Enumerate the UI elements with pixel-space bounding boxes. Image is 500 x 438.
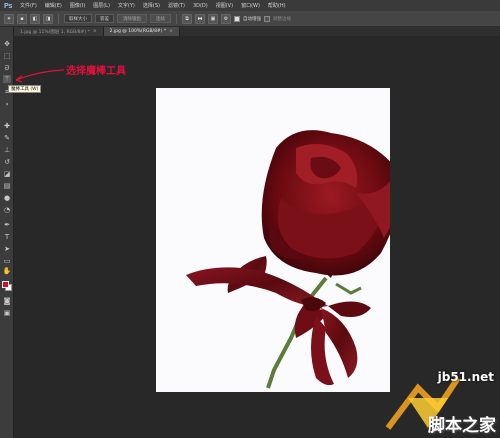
menu-layer[interactable]: 图层(L) bbox=[89, 2, 114, 9]
eraser-icon[interactable]: ◪ bbox=[3, 170, 11, 178]
clone-stamp-icon[interactable]: ⊥ bbox=[3, 146, 11, 154]
options-bar: ✦ ▪ ◧ ◨ 取样大小 容差 消除锯齿 连续 ⧉ ⧓ ▣ ⚙ 自动增强 调整边… bbox=[0, 11, 500, 27]
separator bbox=[58, 13, 59, 24]
menu-help[interactable]: 帮助(H) bbox=[264, 2, 290, 9]
watermark-url: jb51.net bbox=[437, 370, 494, 384]
document-canvas[interactable] bbox=[156, 88, 390, 392]
close-icon[interactable]: × bbox=[169, 29, 173, 34]
menu-bar: Ps 文件(F) 编辑(E) 图像(I) 图层(L) 文字(Y) 选择(S) 滤… bbox=[0, 0, 500, 11]
contiguous-toggle[interactable]: 连续 bbox=[150, 14, 171, 23]
tab-document-2[interactable]: 2.jpg @ 100%(RGB/8#) * × bbox=[103, 27, 180, 36]
site-watermark: jb51.net 脚本之家 bbox=[378, 368, 500, 438]
lasso-icon[interactable]: ᘐ bbox=[3, 64, 11, 72]
tab-document-1[interactable]: 1.jpg @ 11%(图层 1, RGB/8#) * × bbox=[14, 27, 104, 36]
menu-view[interactable]: 视图(V) bbox=[212, 2, 237, 9]
options-icon[interactable]: ⚙ bbox=[221, 13, 231, 24]
menu-select[interactable]: 选择(S) bbox=[139, 2, 164, 9]
tab-label: 2.jpg @ 100%(RGB/8#) * bbox=[109, 29, 167, 34]
magic-wand-preset-icon[interactable]: ✦ bbox=[4, 13, 14, 24]
app-logo: Ps bbox=[3, 1, 13, 10]
move-icon[interactable]: ✥ bbox=[3, 40, 11, 48]
healing-brush-icon[interactable]: ✚ bbox=[3, 122, 11, 130]
blur-icon[interactable]: ● bbox=[3, 194, 11, 202]
type-icon[interactable]: T bbox=[3, 233, 11, 241]
menu-type[interactable]: 文字(Y) bbox=[114, 2, 139, 9]
rose-image bbox=[186, 130, 390, 389]
link-icon[interactable]: ⧓ bbox=[195, 13, 205, 24]
shape-icon[interactable]: ▭ bbox=[3, 257, 11, 265]
anti-alias-toggle[interactable]: 消除锯齿 bbox=[117, 14, 147, 23]
dodge-icon[interactable]: ◔ bbox=[3, 206, 11, 214]
menu-image[interactable]: 图像(I) bbox=[66, 2, 89, 9]
watermark-name: 脚本之家 bbox=[428, 416, 496, 436]
refine-edge-label[interactable]: 调整边缘 bbox=[273, 16, 291, 22]
tolerance-field[interactable]: 容差 bbox=[95, 14, 114, 23]
sample-layers-icon[interactable]: ⧉ bbox=[182, 13, 192, 24]
screen-mode-icon[interactable]: ▣ bbox=[3, 309, 11, 317]
brush-icon[interactable]: ✎ bbox=[3, 134, 11, 142]
tab-label: 1.jpg @ 11%(图层 1, RGB/8#) * bbox=[20, 29, 90, 35]
document-tabs: 1.jpg @ 11%(图层 1, RGB/8#) * × 2.jpg @ 10… bbox=[14, 27, 500, 36]
auto-enhance-label: 自动增强 bbox=[243, 16, 261, 22]
sample-all-checkbox[interactable] bbox=[264, 15, 270, 22]
magic-wand-icon[interactable]: ⚚ bbox=[3, 75, 11, 83]
path-selection-icon[interactable]: ➤ bbox=[3, 245, 11, 253]
foreground-color-swatch[interactable] bbox=[2, 281, 9, 288]
quick-mask-icon[interactable]: ◙ bbox=[3, 297, 11, 305]
add-selection-icon[interactable]: ◧ bbox=[30, 13, 40, 24]
annotation-label: 选择魔棒工具 bbox=[66, 66, 126, 77]
refine-icon[interactable]: ▣ bbox=[208, 13, 218, 24]
separator bbox=[176, 13, 177, 24]
menu-filter[interactable]: 滤镜(T) bbox=[164, 2, 189, 9]
menu-edit[interactable]: 编辑(E) bbox=[41, 2, 66, 9]
sample-size-select[interactable]: 取样大小 bbox=[64, 14, 92, 23]
auto-enhance-checkbox[interactable] bbox=[234, 15, 240, 22]
new-selection-icon[interactable]: ▪ bbox=[17, 13, 27, 24]
menu-window[interactable]: 窗口(W) bbox=[237, 2, 264, 9]
gradient-icon[interactable]: ▤ bbox=[3, 182, 11, 190]
menu-3d[interactable]: 3D(D) bbox=[189, 3, 212, 9]
subtract-selection-icon[interactable]: ◨ bbox=[43, 13, 53, 24]
history-brush-icon[interactable]: ↺ bbox=[3, 158, 11, 166]
eyedropper-icon[interactable]: ⸗ bbox=[3, 100, 11, 108]
menu-file[interactable]: 文件(F) bbox=[16, 2, 41, 9]
pen-icon[interactable]: ✒ bbox=[3, 221, 11, 229]
marquee-icon[interactable]: ⬚ bbox=[3, 52, 11, 60]
tool-tooltip: 魔棒工具 (W) bbox=[8, 85, 42, 93]
close-icon[interactable]: × bbox=[93, 29, 97, 34]
